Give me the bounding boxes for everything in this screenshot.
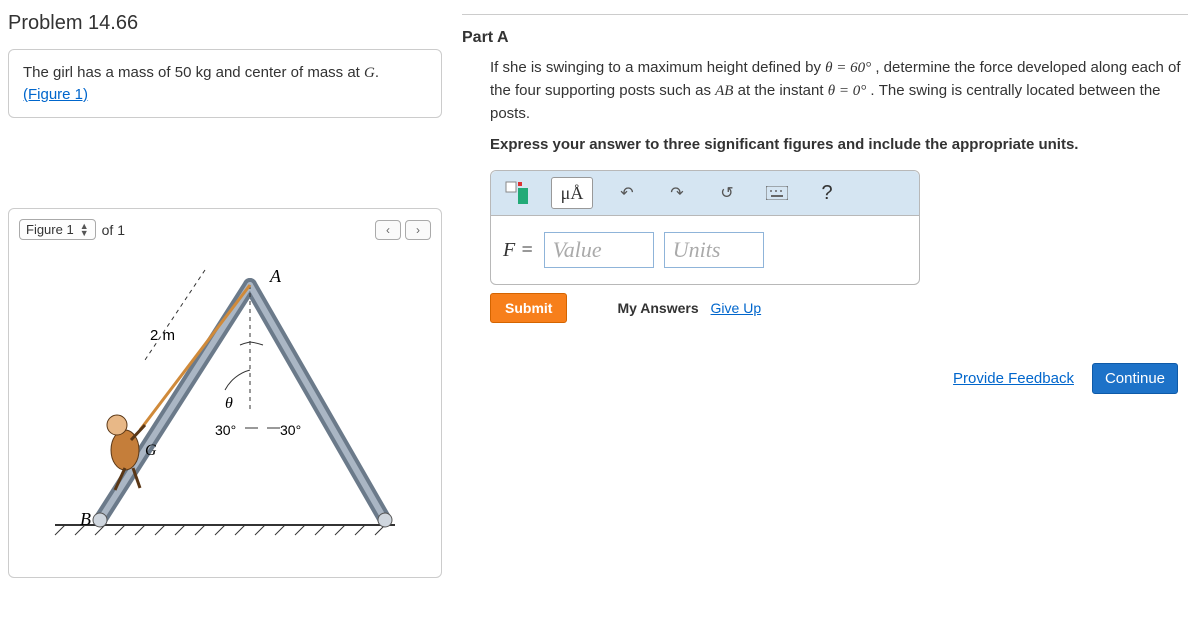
units-menu-button[interactable]: μÅ xyxy=(551,177,593,209)
q-theta-1: θ = 60° xyxy=(825,60,871,76)
label-ang-right: 30° xyxy=(280,422,301,438)
value-input[interactable]: Value xyxy=(544,232,654,268)
label-ang-left: 30° xyxy=(215,422,236,438)
part-a-heading: Part A xyxy=(462,29,1188,47)
problem-title: Problem 14.66 xyxy=(8,8,442,39)
q-seg-1: If she is swinging to a maximum height d… xyxy=(490,59,825,76)
problem-intro: The girl has a mass of 50 kg and center … xyxy=(8,49,442,118)
label-g: G xyxy=(145,442,157,459)
provide-feedback-link[interactable]: Provide Feedback xyxy=(953,370,1074,387)
figure-panel: Figure 1 ▲▼ of 1 ‹ › xyxy=(8,208,442,578)
intro-text-3: . xyxy=(375,64,379,81)
label-length: 2 m xyxy=(150,327,175,344)
my-answers-label: My Answers xyxy=(617,300,698,316)
q-instruction: Express your answer to three significant… xyxy=(490,136,1078,153)
q-seg-3: at the instant xyxy=(733,82,827,99)
intro-text-2: and center of mass at xyxy=(211,64,364,81)
question-text: If she is swinging to a maximum height d… xyxy=(490,57,1188,156)
figure-selector-label: Figure 1 xyxy=(26,222,74,237)
figure-selector[interactable]: Figure 1 ▲▼ xyxy=(19,219,96,240)
figure-of-text: of 1 xyxy=(102,222,125,238)
intro-var-g: G xyxy=(364,65,375,81)
intro-text-1: The girl has a mass of 50 xyxy=(23,64,196,81)
label-theta: θ xyxy=(225,395,233,412)
figure-diagram: A B G θ 2 m 30° 30° xyxy=(19,250,431,550)
divider xyxy=(462,14,1188,15)
intro-unit: kg xyxy=(196,64,212,81)
undo-icon[interactable]: ↶ xyxy=(611,177,643,209)
units-input[interactable]: Units xyxy=(664,232,764,268)
stepper-icon: ▲▼ xyxy=(80,223,89,237)
label-a: A xyxy=(269,266,282,286)
submit-button[interactable]: Submit xyxy=(490,293,567,323)
figure-link[interactable]: (Figure 1) xyxy=(23,86,88,103)
give-up-link[interactable]: Give Up xyxy=(711,300,762,316)
redo-icon[interactable]: ↷ xyxy=(661,177,693,209)
q-ab: AB xyxy=(715,83,733,99)
figure-prev-button[interactable]: ‹ xyxy=(375,220,401,240)
help-icon[interactable]: ? xyxy=(811,177,843,209)
figure-next-button[interactable]: › xyxy=(405,220,431,240)
keyboard-icon[interactable] xyxy=(761,177,793,209)
answer-box: μÅ ↶ ↷ ↺ ? F = Value Units xyxy=(490,170,920,285)
label-b: B xyxy=(80,509,91,529)
units-symbol: μÅ xyxy=(561,183,584,204)
answer-toolbar: μÅ ↶ ↷ ↺ ? xyxy=(491,171,919,216)
continue-button[interactable]: Continue xyxy=(1092,363,1178,394)
templates-icon[interactable] xyxy=(501,177,533,209)
equation-label: F = xyxy=(503,239,534,262)
reset-icon[interactable]: ↺ xyxy=(711,177,743,209)
q-theta-2: θ = 0° xyxy=(828,83,867,99)
